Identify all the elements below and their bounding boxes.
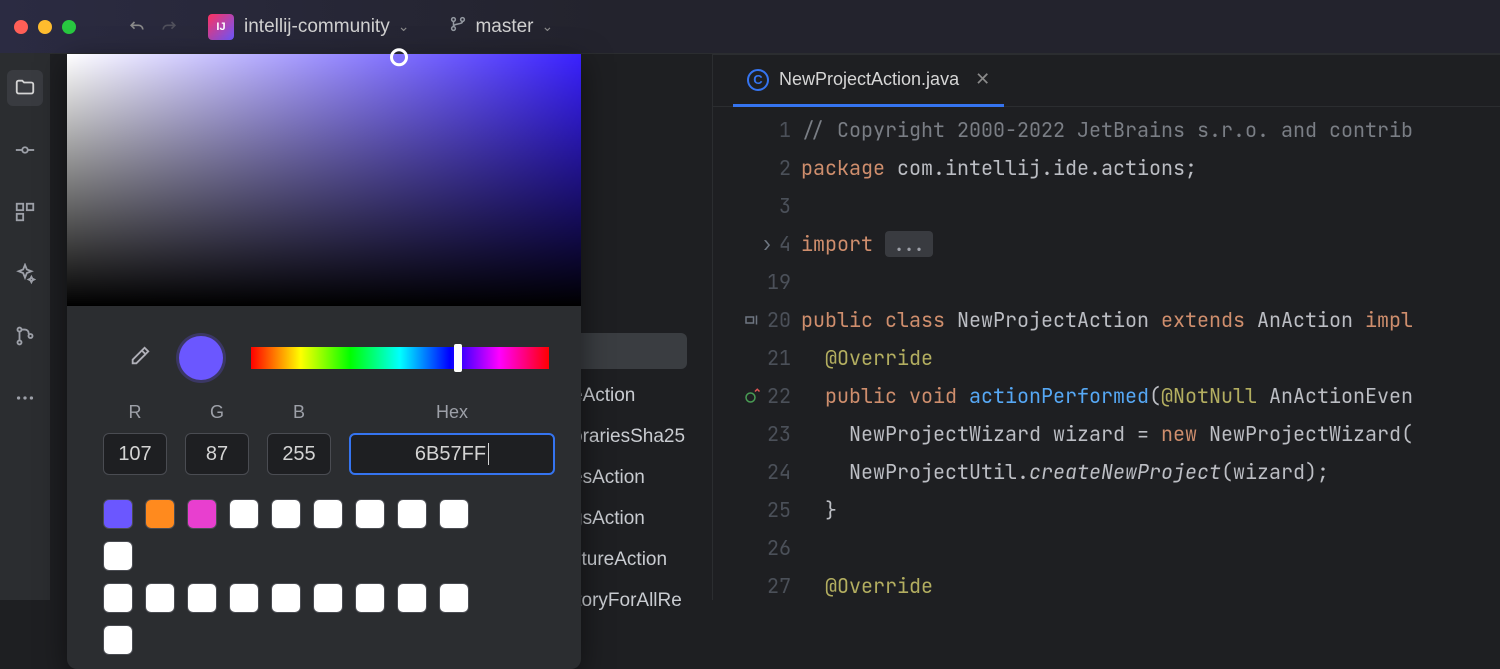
chevron-down-icon: ⌄ [542,18,554,35]
eyedropper-button[interactable] [129,345,151,372]
sv-cursor[interactable] [390,48,408,66]
color-swatch[interactable] [103,625,133,655]
list-item[interactable]: eAction [572,375,712,416]
r-label: R [129,402,142,423]
class-file-icon: C [747,69,769,91]
project-selector[interactable]: intellij-community ⌄ [244,16,409,38]
ai-tool-button[interactable] [7,256,43,292]
project-name: intellij-community [244,16,390,38]
color-swatch[interactable] [271,499,301,529]
list-item[interactable]: ctureAction [572,539,712,580]
structure-tool-button[interactable] [7,194,43,230]
redo-button[interactable] [158,16,180,38]
color-swatch[interactable] [313,499,343,529]
color-swatch[interactable] [187,499,217,529]
window-controls [14,20,76,34]
color-swatch[interactable] [439,583,469,613]
tab-filename: NewProjectAction.java [779,69,959,90]
color-swatch[interactable] [103,499,133,529]
vcs-tool-button[interactable] [7,318,43,354]
b-label: B [293,402,305,423]
hue-cursor[interactable] [454,344,462,372]
color-swatch[interactable] [103,583,133,613]
ide-logo-icon: IJ [208,14,234,40]
color-swatch[interactable] [397,499,427,529]
color-swatch[interactable] [145,583,175,613]
editor: C NewProjectAction.java ✕ 123›4192021222… [712,54,1500,600]
color-swatch[interactable] [229,583,259,613]
editor-tabbar: C NewProjectAction.java ✕ [713,55,1500,107]
color-swatch[interactable] [355,583,385,613]
g-label: G [210,402,224,423]
editor-tab[interactable]: C NewProjectAction.java ✕ [733,55,1004,107]
background-list: eAction orariesSha25 esAction gsAction c… [572,330,712,621]
branch-icon [449,15,467,39]
maximize-window-button[interactable] [62,20,76,34]
list-selection[interactable] [572,333,687,369]
color-swatch[interactable] [439,499,469,529]
project-tool-button[interactable] [7,70,43,106]
color-swatch[interactable] [313,583,343,613]
g-input[interactable]: 87 [185,433,249,475]
gutter: 123›4192021222324252627 [713,107,801,600]
current-color-swatch [179,336,223,380]
more-tool-button[interactable] [7,380,43,416]
list-item[interactable]: gsAction [572,498,712,539]
color-swatch[interactable] [103,541,133,571]
titlebar: IJ intellij-community ⌄ master ⌄ [0,0,1500,54]
hex-input[interactable]: 6B57FF [349,433,555,475]
color-swatch[interactable] [271,583,301,613]
color-swatch[interactable] [229,499,259,529]
swatch-row [67,499,532,571]
swatch-row [67,583,532,655]
code-area[interactable]: // Copyright 2000-2022 JetBrains s.r.o. … [801,107,1500,600]
close-tab-button[interactable]: ✕ [975,69,990,90]
minimize-window-button[interactable] [38,20,52,34]
saturation-value-field[interactable] [67,54,581,306]
hex-label: Hex [436,402,468,423]
b-input[interactable]: 255 [267,433,331,475]
list-item[interactable]: esAction [572,457,712,498]
close-window-button[interactable] [14,20,28,34]
color-swatch[interactable] [397,583,427,613]
chevron-down-icon: ⌄ [398,18,410,35]
list-item[interactable]: orariesSha25 [572,416,712,457]
list-item[interactable]: itoryForAllRe [572,580,712,621]
color-swatch[interactable] [355,499,385,529]
commit-tool-button[interactable] [7,132,43,168]
color-swatch[interactable] [187,583,217,613]
color-swatch[interactable] [145,499,175,529]
branch-selector[interactable]: master ⌄ [449,15,553,39]
hue-slider[interactable] [251,347,549,369]
branch-name: master [475,16,533,38]
r-input[interactable]: 107 [103,433,167,475]
color-picker: R 107 G 87 B 255 Hex 6B57FF [67,54,581,669]
tool-rail [0,54,50,600]
undo-button[interactable] [126,16,148,38]
